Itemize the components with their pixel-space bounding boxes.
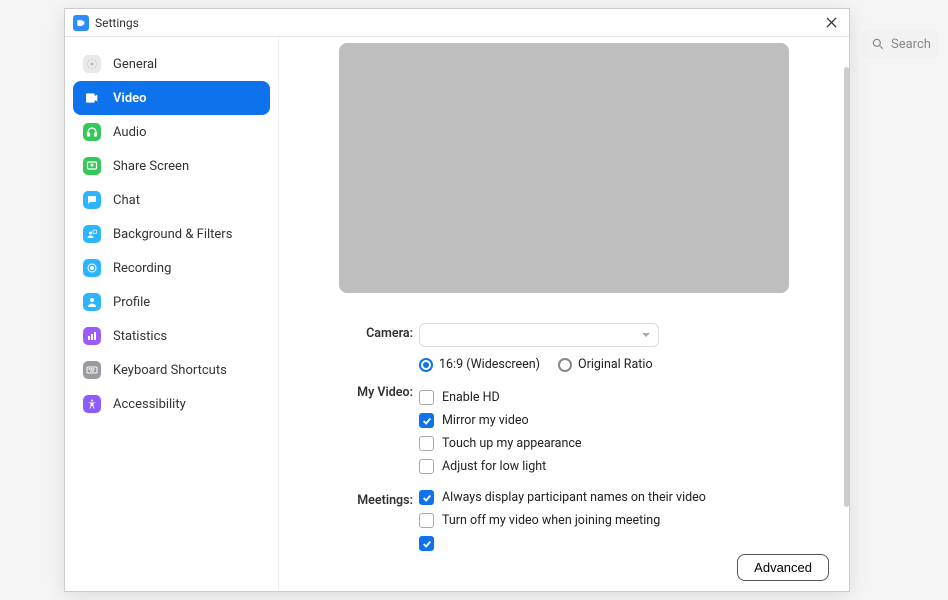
settings-window: Settings General Video Au <box>64 8 850 592</box>
myvideo-label: My Video: <box>329 382 419 400</box>
checkbox-label: Always display participant names on thei… <box>442 490 706 505</box>
enable-hd-checkbox[interactable]: Enable HD <box>419 390 819 405</box>
turn-off-video-checkbox[interactable]: Turn off my video when joining meeting <box>419 513 819 528</box>
checkbox-icon <box>419 390 434 405</box>
video-icon <box>83 89 101 107</box>
close-icon <box>826 17 837 28</box>
bg-icon <box>83 225 101 243</box>
close-button[interactable] <box>821 13 841 33</box>
app-icon <box>73 15 89 31</box>
sidebar-item-label: Share Screen <box>113 159 189 174</box>
sidebar-item-chat[interactable]: Chat <box>73 183 270 217</box>
partial-checkbox-row[interactable] <box>419 536 819 551</box>
checkbox-label: Adjust for low light <box>442 459 546 474</box>
sidebar: General Video Audio Share Screen <box>65 37 279 591</box>
ratio-169-radio[interactable]: 16:9 (Widescreen) <box>419 357 540 372</box>
radio-icon <box>558 358 572 372</box>
titlebar: Settings <box>65 9 849 37</box>
checkbox-label: Touch up my appearance <box>442 436 582 451</box>
checkbox-label: Turn off my video when joining meeting <box>442 513 660 528</box>
profile-icon <box>83 293 101 311</box>
sidebar-item-label: Background & Filters <box>113 227 232 242</box>
sidebar-item-label: Recording <box>113 261 171 276</box>
checkbox-icon <box>419 436 434 451</box>
video-preview <box>339 43 789 293</box>
accessibility-icon <box>83 395 101 413</box>
camera-dropdown[interactable] <box>419 323 659 347</box>
checkbox-label: Enable HD <box>442 390 500 405</box>
sidebar-item-recording[interactable]: Recording <box>73 251 270 285</box>
checkbox-icon <box>419 413 434 428</box>
checkbox-icon <box>419 490 434 505</box>
sidebar-item-keyboard-shortcuts[interactable]: Keyboard Shortcuts <box>73 353 270 387</box>
global-search[interactable]: Search <box>863 30 938 58</box>
sidebar-item-label: Statistics <box>113 329 167 344</box>
camera-label: Camera: <box>329 323 419 341</box>
checkbox-icon <box>419 459 434 474</box>
sidebar-item-label: Profile <box>113 295 150 310</box>
search-icon <box>871 37 885 51</box>
advanced-button[interactable]: Advanced <box>737 554 829 581</box>
share-icon <box>83 157 101 175</box>
radio-label: 16:9 (Widescreen) <box>439 357 540 372</box>
mirror-video-checkbox[interactable]: Mirror my video <box>419 413 819 428</box>
main-panel: Camera: 16:9 (Widescreen) Original Ratio <box>279 37 849 591</box>
sidebar-item-general[interactable]: General <box>73 47 270 81</box>
window-title: Settings <box>95 16 139 30</box>
sidebar-item-label: Accessibility <box>113 397 186 412</box>
sidebar-item-statistics[interactable]: Statistics <box>73 319 270 353</box>
ratio-original-radio[interactable]: Original Ratio <box>558 357 653 372</box>
search-placeholder: Search <box>891 37 931 52</box>
record-icon <box>83 259 101 277</box>
checkbox-icon <box>419 536 434 551</box>
low-light-checkbox[interactable]: Adjust for low light <box>419 459 819 474</box>
sidebar-item-background-filters[interactable]: Background & Filters <box>73 217 270 251</box>
sidebar-item-accessibility[interactable]: Accessibility <box>73 387 270 421</box>
headphones-icon <box>83 123 101 141</box>
meetings-label: Meetings: <box>329 490 419 508</box>
sidebar-item-audio[interactable]: Audio <box>73 115 270 149</box>
sidebar-item-profile[interactable]: Profile <box>73 285 270 319</box>
stats-icon <box>83 327 101 345</box>
sidebar-item-label: General <box>113 57 157 72</box>
sidebar-item-video[interactable]: Video <box>73 81 270 115</box>
radio-label: Original Ratio <box>578 357 653 372</box>
checkbox-icon <box>419 513 434 528</box>
scrollbar[interactable] <box>844 67 849 507</box>
sidebar-item-label: Video <box>113 91 147 106</box>
sidebar-item-share-screen[interactable]: Share Screen <box>73 149 270 183</box>
gear-icon <box>83 55 101 73</box>
keyboard-icon <box>83 361 101 379</box>
sidebar-item-label: Chat <box>113 193 140 208</box>
chat-icon <box>83 191 101 209</box>
radio-icon <box>419 358 433 372</box>
touch-up-checkbox[interactable]: Touch up my appearance <box>419 436 819 451</box>
sidebar-item-label: Keyboard Shortcuts <box>113 363 227 378</box>
always-names-checkbox[interactable]: Always display participant names on thei… <box>419 490 819 505</box>
sidebar-item-label: Audio <box>113 125 146 140</box>
checkbox-label: Mirror my video <box>442 413 529 428</box>
